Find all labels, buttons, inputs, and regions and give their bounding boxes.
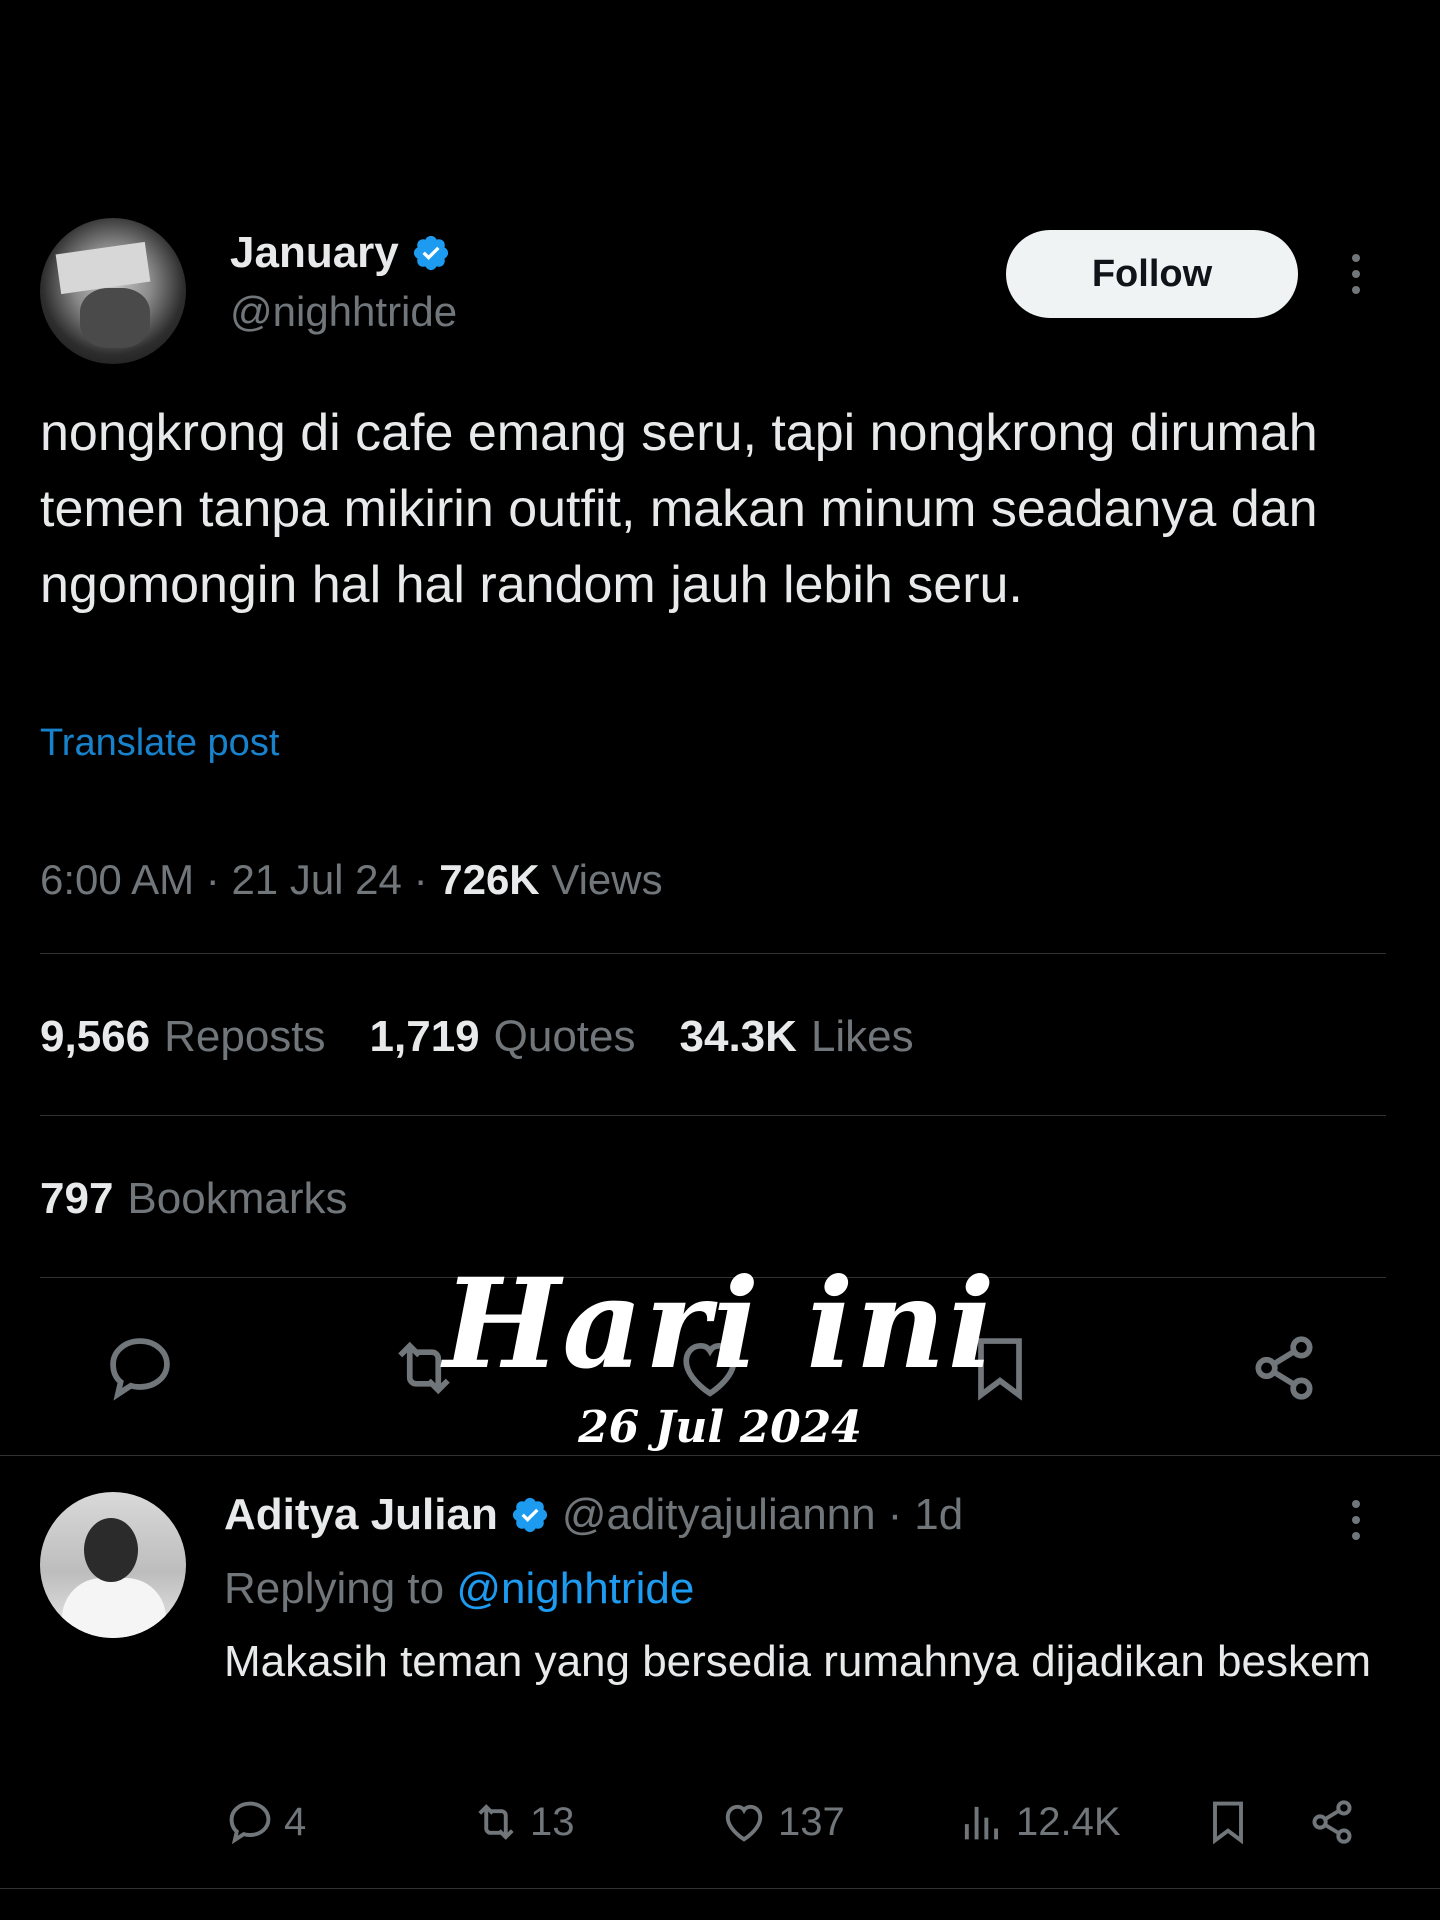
reply-age[interactable]: 1d <box>914 1490 963 1540</box>
divider <box>40 953 1386 954</box>
verified-badge-icon <box>413 235 448 271</box>
reply-likes-count: 137 <box>778 1799 845 1844</box>
reply-views-count: 12.4K <box>1016 1799 1121 1844</box>
divider <box>0 1888 1440 1889</box>
reply-author-handle[interactable]: @adityajuliannn <box>562 1490 876 1540</box>
more-icon[interactable] <box>1350 254 1362 294</box>
reply-author-avatar[interactable] <box>40 1492 186 1638</box>
reply-icon <box>229 1801 271 1845</box>
divider <box>40 1115 1386 1116</box>
reply-text: Makasih teman yang bersedia rumahnya dij… <box>224 1637 1372 1686</box>
tweet-date[interactable]: 21 Jul 24 <box>231 856 401 903</box>
reply-views-button[interactable]: 12.4K <box>956 1796 1121 1848</box>
author-avatar[interactable] <box>40 218 186 364</box>
author-name[interactable]: January <box>230 228 399 278</box>
replying-to: Replying to @nighhtride <box>224 1564 695 1613</box>
translate-link[interactable]: Translate post <box>40 722 279 765</box>
reply-replies-count: 4 <box>284 1799 307 1844</box>
reposts-stat[interactable]: 9,566 Reposts <box>40 1012 326 1062</box>
verified-badge-icon <box>512 1497 547 1533</box>
like-icon <box>725 1804 763 1842</box>
more-icon[interactable] <box>1350 1500 1362 1540</box>
share-icon <box>1312 1800 1352 1844</box>
reply-reposts-count: 13 <box>530 1799 575 1844</box>
divider <box>0 1455 1440 1456</box>
tweet-meta: 6:00 AM · 21 Jul 24 · 726K Views <box>40 856 663 903</box>
engagement-stats: 9,566 Reposts 1,719 Quotes 34.3K Likes <box>40 1012 914 1062</box>
author-handle[interactable]: @nighhtride <box>230 288 457 336</box>
tweet-text: nongkrong di cafe emang seru, tapi nongk… <box>40 404 1318 614</box>
replying-to-mention[interactable]: @nighhtride <box>456 1564 694 1613</box>
likes-stat[interactable]: 34.3K Likes <box>680 1012 914 1062</box>
reply-bookmark-button[interactable] <box>1202 1796 1254 1848</box>
views-label: Views <box>551 856 663 903</box>
reply-author-name[interactable]: Aditya Julian <box>224 1490 498 1540</box>
reply-like-button[interactable]: 137 <box>718 1796 845 1848</box>
bookmark-icon <box>1213 1801 1243 1845</box>
overlay-date: 26 Jul 2024 <box>578 1402 862 1453</box>
repost-icon <box>478 1804 514 1840</box>
views-icon <box>964 1806 999 1840</box>
follow-button[interactable]: Follow <box>1006 230 1298 318</box>
tweet-time[interactable]: 6:00 AM <box>40 856 194 903</box>
author-name-row[interactable]: January <box>230 228 451 278</box>
overlay-title: Hari ini <box>443 1252 997 1397</box>
views-count: 726K <box>439 856 540 903</box>
reply-header: Aditya Julian @adityajuliannn · 1d <box>224 1490 964 1540</box>
reply-repost-button[interactable]: 13 <box>470 1796 575 1848</box>
quotes-stat[interactable]: 1,719 Quotes <box>370 1012 636 1062</box>
reply-share-button[interactable] <box>1306 1796 1358 1848</box>
bookmarks-stat[interactable]: 797 Bookmarks <box>40 1174 348 1224</box>
reply-reply-button[interactable]: 4 <box>224 1796 306 1848</box>
